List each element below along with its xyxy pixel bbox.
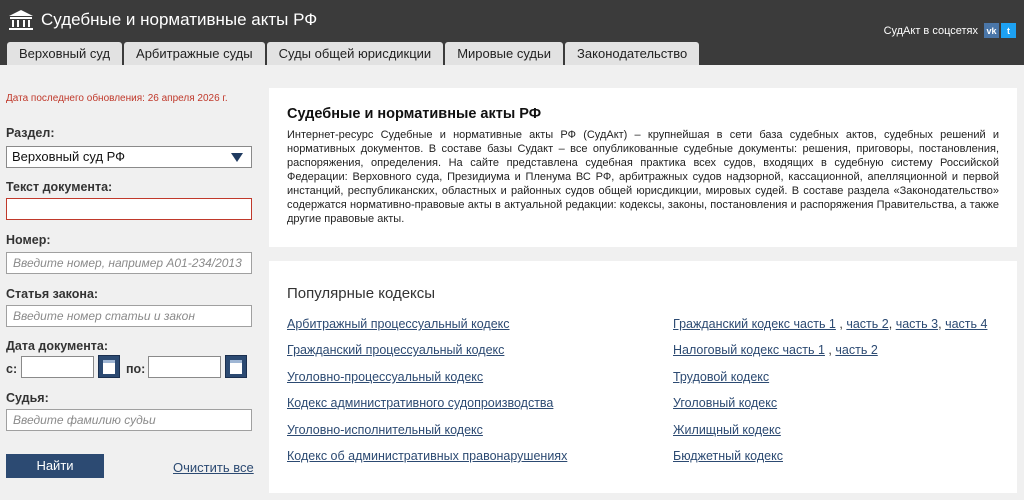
social-label: СудАкт в соцсетях [883,24,978,37]
judge-input[interactable] [6,409,252,431]
tax-code-part1-link[interactable]: Налоговый кодекс часть 1 [673,343,825,357]
about-title: Судебные и нормативные акты РФ [287,106,542,122]
judge-label: Судья: [6,391,49,405]
date-from-input[interactable] [21,356,94,378]
find-button[interactable]: Найти [6,454,104,478]
last-update-text: Дата последнего обновления: 26 апреля 20… [6,93,228,104]
site-title[interactable]: Судебные и нормативные акты РФ [41,10,317,30]
tax-code-links: Налоговый кодекс часть 1 , часть 2 [673,343,878,357]
code-link-gpk[interactable]: Гражданский процессуальный кодекс [287,343,504,357]
section-select-value: Верховный суд РФ [12,149,126,164]
text-label: Текст документа: [6,180,113,194]
code-link-criminal[interactable]: Уголовный кодекс [673,396,777,410]
civil-code-part1-link[interactable]: Гражданский кодекс часть 1 [673,317,836,331]
document-text-input[interactable] [6,198,252,220]
tab-magistrates[interactable]: Мировые судьи [445,42,564,65]
date-label: Дата документа: [6,339,109,353]
site-header: Судебные и нормативные акты РФ СудАкт в … [0,0,1024,65]
code-link-upk[interactable]: Уголовно-процессуальный кодекс [287,370,483,384]
tab-legislation[interactable]: Законодательство [565,42,700,65]
section-label: Раздел: [6,126,55,140]
clear-all-link[interactable]: Очистить все [173,460,254,475]
civil-code-part4-link[interactable]: часть 4 [945,317,987,331]
civil-code-part2-link[interactable]: часть 2 [846,317,888,331]
code-link-apk[interactable]: Арбитражный процессуальный кодекс [287,317,510,331]
site-logo[interactable]: Судебные и нормативные акты РФ [8,9,317,31]
about-panel: Судебные и нормативные акты РФ Интернет-… [269,88,1017,247]
tab-arbitration-courts[interactable]: Арбитражные суды [124,42,265,65]
calendar-to-icon[interactable] [225,355,247,378]
section-select[interactable]: Верховный суд РФ [6,146,252,168]
popular-codes-title: Популярные кодексы [287,285,436,302]
date-to-input[interactable] [148,356,221,378]
number-label: Номер: [6,233,51,247]
civil-code-links: Гражданский кодекс часть 1 , часть 2, ча… [673,317,988,331]
social-links: СудАкт в соцсетях vk t [884,23,1016,38]
tab-general-courts[interactable]: Суды общей юрисдикции [266,42,444,65]
vk-icon[interactable]: vk [984,23,999,38]
date-to-label: по: [126,362,146,376]
number-input[interactable] [6,252,252,274]
code-link-koap[interactable]: Кодекс об административных правонарушени… [287,449,567,463]
civil-code-part3-link[interactable]: часть 3 [896,317,938,331]
article-input[interactable] [6,305,252,327]
dropdown-arrow-icon [231,153,243,162]
code-link-uik[interactable]: Уголовно-исполнительный кодекс [287,423,483,437]
tax-code-part2-link[interactable]: часть 2 [835,343,877,357]
code-link-budget[interactable]: Бюджетный кодекс [673,449,783,463]
courthouse-icon [9,10,33,30]
tab-supreme-court[interactable]: Верховный суд [7,42,123,65]
about-text: Интернет-ресурс Судебные и нормативные а… [287,129,999,225]
calendar-from-icon[interactable] [98,355,120,378]
search-sidebar: Дата последнего обновления: 26 апреля 20… [0,65,262,500]
date-from-label: с: [6,362,18,376]
code-link-housing[interactable]: Жилищный кодекс [673,423,781,437]
main-nav: Верховный суд Арбитражные суды Суды обще… [7,42,701,65]
code-link-kas[interactable]: Кодекс административного судопроизводств… [287,396,553,410]
twitter-icon[interactable]: t [1001,23,1016,38]
article-label: Статья закона: [6,287,99,301]
code-link-labor[interactable]: Трудовой кодекс [673,370,769,384]
popular-codes-panel: Популярные кодексы Арбитражный процессуа… [269,261,1017,493]
